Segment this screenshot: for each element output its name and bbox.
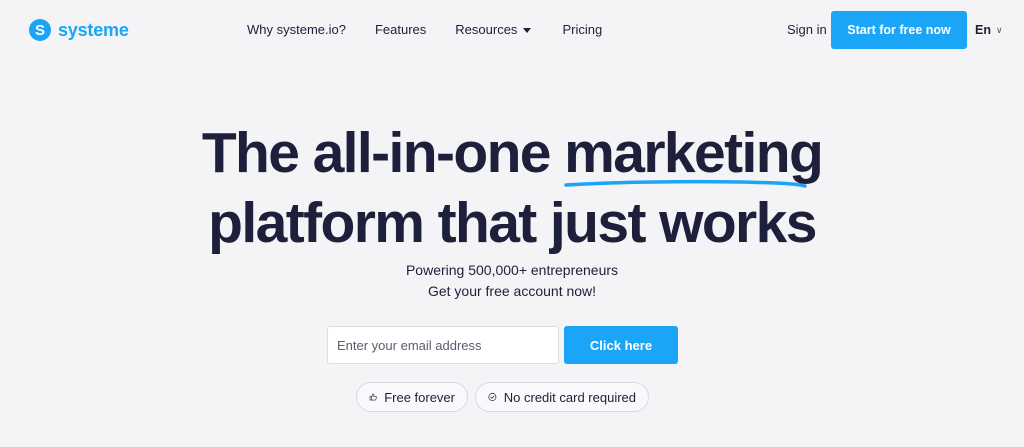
language-selector[interactable]: En ∨	[975, 23, 1003, 37]
signup-form: Click here	[327, 326, 678, 364]
hero-subtitle: Powering 500,000+ entrepreneurs Get your…	[0, 260, 1024, 302]
check-circle-icon	[488, 393, 497, 401]
sign-in-link[interactable]: Sign in	[787, 22, 827, 37]
headline-highlight: marketing	[564, 118, 824, 188]
thumbs-up-icon	[369, 393, 377, 401]
start-free-button[interactable]: Start for free now	[831, 11, 967, 49]
click-here-button[interactable]: Click here	[564, 326, 678, 364]
caret-down-icon	[523, 27, 532, 33]
hero-headline: The all-in-one marketing platform that j…	[0, 118, 1024, 258]
language-label: En	[975, 23, 991, 37]
headline-line-1: The all-in-one marketing	[0, 118, 1024, 188]
main-nav: Why systeme.io? Features Resources Prici…	[247, 22, 602, 37]
logo-icon: S	[29, 19, 51, 41]
logo-text: systeme	[58, 19, 129, 40]
badge-free-forever: Free forever	[356, 382, 468, 412]
nav-item-label: Why systeme.io?	[247, 22, 346, 37]
feature-badges: Free forever No credit card required	[356, 382, 649, 412]
headline-line-2: platform that just works	[208, 191, 817, 255]
nav-item-resources[interactable]: Resources	[455, 22, 532, 37]
chevron-down-icon: ∨	[995, 24, 1003, 35]
nav-item-why-systeme[interactable]: Why systeme.io?	[247, 22, 346, 37]
nav-item-label: Features	[374, 22, 427, 37]
nav-item-features[interactable]: Features	[375, 22, 426, 37]
email-input[interactable]	[327, 326, 559, 364]
headline-text: The all-in-one	[201, 121, 565, 185]
badge-label: Free forever	[384, 389, 455, 405]
badge-no-credit-card: No credit card required	[475, 382, 649, 412]
subtitle-line-2: Get your free account now!	[427, 283, 597, 299]
logo[interactable]: S systeme	[29, 19, 129, 41]
top-header: S systeme Why systeme.io? Features Resou…	[0, 0, 1024, 62]
underline-icon	[564, 179, 807, 188]
subtitle-line-1: Powering 500,000+ entrepreneurs	[405, 262, 619, 278]
badge-label: No credit card required	[503, 389, 636, 405]
nav-item-label: Pricing	[562, 22, 603, 37]
nav-item-pricing[interactable]: Pricing	[562, 22, 602, 37]
nav-item-label: Resources	[455, 22, 518, 37]
